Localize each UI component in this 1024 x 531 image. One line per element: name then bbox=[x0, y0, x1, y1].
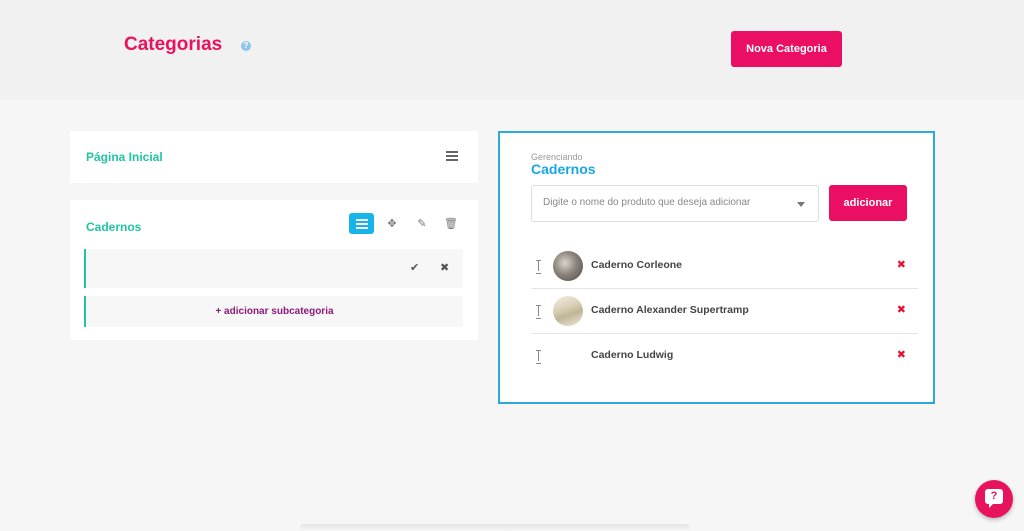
add-subcategory-row: + adicionar subcategoria bbox=[84, 296, 463, 327]
product-row: Caderno Alexander Supertramp ✖ bbox=[531, 289, 918, 334]
add-product-button[interactable]: adicionar bbox=[829, 185, 907, 221]
remove-icon[interactable]: ✖ bbox=[897, 303, 906, 316]
drag-handle-icon[interactable] bbox=[536, 260, 541, 274]
subcategory-edit-row[interactable]: ✔ ✖ bbox=[84, 249, 463, 288]
trash-icon[interactable]: 🗑 bbox=[444, 217, 458, 231]
product-row: Caderno Corleone ✖ bbox=[531, 244, 918, 289]
manage-title: Cadernos bbox=[531, 161, 596, 177]
help-icon[interactable]: ? bbox=[241, 41, 251, 51]
product-name: Caderno Ludwig bbox=[591, 349, 674, 361]
bottom-panel-edge bbox=[300, 524, 690, 531]
list-icon bbox=[356, 219, 368, 229]
product-row: Caderno Ludwig ✖ bbox=[531, 334, 918, 379]
page-header: Categorias ? Nova Categoria bbox=[0, 0, 1024, 100]
list-icon[interactable] bbox=[446, 151, 458, 161]
select-placeholder: Digite o nome do produto que deseja adic… bbox=[543, 197, 751, 208]
category-label[interactable]: Página Inicial bbox=[86, 150, 163, 164]
chat-bubble-icon: ? bbox=[985, 489, 1003, 508]
manage-products-button[interactable] bbox=[349, 213, 374, 234]
product-thumbnail bbox=[553, 251, 583, 281]
drag-handle-icon[interactable] bbox=[536, 305, 541, 319]
product-search-select[interactable]: Digite o nome do produto que deseja adic… bbox=[531, 185, 819, 222]
product-name: Caderno Corleone bbox=[591, 259, 683, 271]
drag-handle-icon[interactable] bbox=[536, 350, 541, 364]
chevron-down-icon bbox=[797, 202, 805, 207]
remove-icon[interactable]: ✖ bbox=[897, 348, 906, 361]
help-chat-button[interactable]: ? bbox=[975, 480, 1013, 518]
manage-panel: Gerenciando Cadernos Digite o nome do pr… bbox=[498, 131, 935, 404]
cancel-icon[interactable]: ✖ bbox=[440, 261, 449, 274]
product-thumbnail bbox=[553, 296, 583, 326]
new-category-button[interactable]: Nova Categoria bbox=[731, 31, 842, 67]
edit-icon[interactable]: ✎ bbox=[415, 217, 429, 231]
category-card-home: Página Inicial bbox=[70, 131, 478, 183]
confirm-icon[interactable]: ✔ bbox=[410, 261, 419, 274]
add-subcategory-link[interactable]: + adicionar subcategoria bbox=[86, 296, 463, 327]
category-card-cadernos: Cadernos ✥ ✎ 🗑 ✔ ✖ + adicionar subcatego… bbox=[70, 200, 478, 340]
move-icon[interactable]: ✥ bbox=[385, 217, 399, 231]
remove-icon[interactable]: ✖ bbox=[897, 258, 906, 271]
page-title: Categorias bbox=[124, 34, 223, 55]
product-name: Caderno Alexander Supertramp bbox=[591, 304, 749, 316]
category-label[interactable]: Cadernos bbox=[86, 220, 141, 234]
